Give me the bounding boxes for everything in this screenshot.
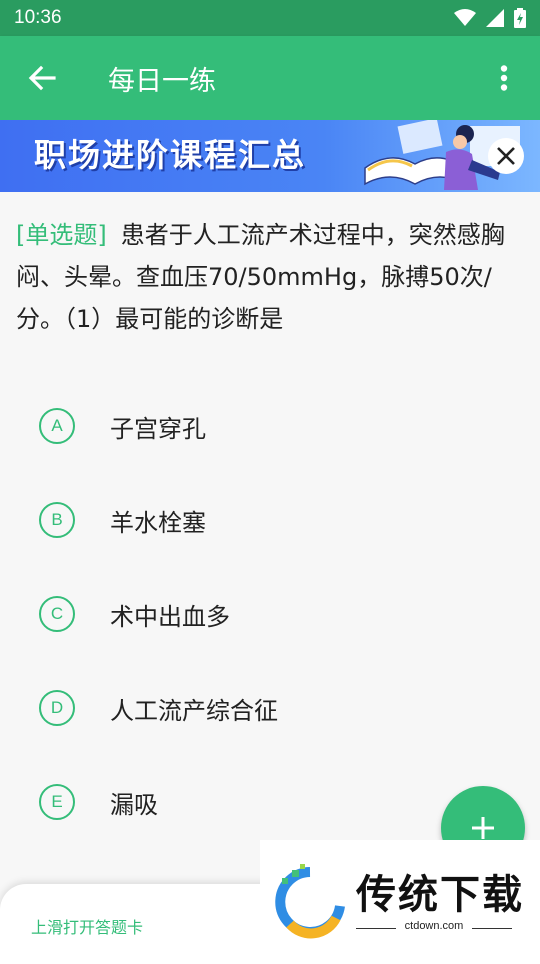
option-text: 羊水栓塞 <box>110 508 206 537</box>
banner-title: 职场进阶课程汇总 <box>34 136 307 174</box>
page-title: 每日一练 <box>108 65 216 97</box>
app-bar: 每日一练 <box>0 36 540 120</box>
status-time: 10:36 <box>14 7 62 28</box>
option-d[interactable]: D 人工流产综合征 <box>0 678 540 738</box>
option-c[interactable]: C 术中出血多 <box>0 584 540 644</box>
option-letter-circle: D <box>39 690 75 726</box>
watermark-url: ctdown.com <box>404 920 464 932</box>
option-text: 漏吸 <box>110 790 158 819</box>
option-b[interactable]: B 羊水栓塞 <box>0 490 540 550</box>
wifi-icon <box>454 9 476 26</box>
option-letter-circle: E <box>39 784 75 820</box>
watermark-logo-icon <box>275 864 345 939</box>
more-menu-button[interactable] <box>468 36 540 120</box>
question-type-label: [单选题] <box>16 221 107 249</box>
close-banner-button[interactable] <box>488 138 524 174</box>
option-text: 人工流产综合征 <box>110 696 278 725</box>
question-stem: [单选题] 患者于人工流产术过程中，突然感胸闷、头晕。查血压70/50mmHg，脉… <box>16 214 526 340</box>
promo-banner[interactable]: 职场进阶课程汇总 <box>0 120 540 192</box>
option-letter-circle: B <box>39 502 75 538</box>
option-letter-circle: A <box>39 408 75 444</box>
answer-card-hint: 上滑打开答题卡 <box>31 918 144 937</box>
option-text: 术中出血多 <box>110 602 230 631</box>
more-vertical-icon <box>500 65 508 91</box>
close-icon <box>497 147 515 165</box>
site-watermark: 传统下载 ctdown.com <box>260 840 540 960</box>
arrow-left-icon <box>28 65 56 91</box>
status-bar: 10:36 <box>0 0 540 36</box>
plus-icon <box>472 817 494 839</box>
watermark-text: 传统下载 <box>356 872 524 918</box>
status-icons <box>454 8 526 28</box>
battery-icon <box>514 8 526 28</box>
option-text: 子宫穿孔 <box>110 414 206 443</box>
back-button[interactable] <box>0 36 84 120</box>
option-a[interactable]: A 子宫穿孔 <box>0 396 540 456</box>
option-letter-circle: C <box>39 596 75 632</box>
signal-icon <box>486 9 504 27</box>
